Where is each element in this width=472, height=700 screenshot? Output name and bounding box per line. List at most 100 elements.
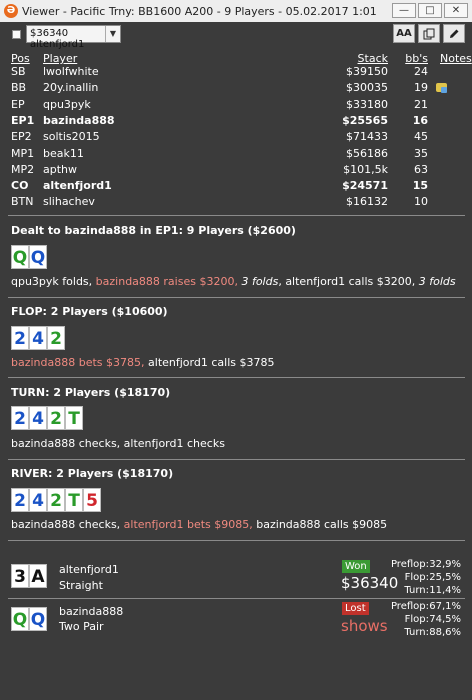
edit-button[interactable] (443, 24, 465, 43)
player-bbs: 21 (414, 97, 428, 111)
col-header-pos: Pos (11, 52, 30, 65)
title-bar: Ə Viewer - Pacific Trny: BB1600 A200 - 9… (0, 0, 472, 22)
player-pos: CO (11, 179, 29, 193)
stat-value: 74,5% (429, 614, 461, 625)
action-text: , altenfjord1 calls $3200, (278, 275, 419, 288)
player-bbs: 16 (412, 113, 428, 127)
card-clubs: 2 (47, 326, 65, 350)
stat-label: Preflop: (390, 601, 429, 612)
player-row[interactable]: MP1 beak11 $56186 35 (0, 147, 472, 163)
copy-button[interactable] (418, 24, 440, 43)
player-row[interactable]: MP2 apthw $101,5k 63 (0, 163, 472, 179)
card-diamonds: 2 (11, 326, 29, 350)
player-row[interactable]: BTN slihachev $16132 10 (0, 195, 472, 211)
player-bbs: 63 (414, 162, 428, 176)
player-stack: $101,5k (343, 162, 388, 176)
maximize-button[interactable]: □ (418, 3, 442, 18)
flop-action: bazinda888 bets $3785, altenfjord1 calls… (11, 356, 274, 369)
card-diamonds: 2 (11, 488, 29, 512)
player-stack: $25565 (342, 113, 388, 127)
note-icon-badge (441, 87, 447, 93)
divider (8, 297, 465, 298)
app-icon: Ə (4, 4, 18, 18)
player-row[interactable]: CO altenfjord1 $24571 15 (0, 179, 472, 195)
stat-value: 11,4% (429, 585, 461, 596)
stat-value: 25,5% (429, 572, 461, 583)
player-name: bazinda888 (43, 113, 115, 127)
stat-label: Flop: (404, 572, 429, 583)
col-header-player: Player (43, 52, 78, 65)
player-row[interactable]: EP qpu3pyk $33180 21 (0, 98, 472, 114)
stat-value: 67,1% (429, 601, 461, 612)
player-pos: SB (11, 65, 26, 78)
player-pos: EP (11, 97, 25, 111)
player-bbs: 19 (414, 81, 428, 95)
player-name: slihachev (43, 195, 95, 209)
action-text: bazinda888 checks, altenfjord1 checks (11, 437, 225, 450)
action-text: bazinda888 checks, (11, 518, 124, 531)
player-pos: BTN (11, 195, 34, 209)
close-button[interactable]: ✕ (444, 3, 468, 18)
col-header-stack: Stack (357, 52, 388, 65)
result-hand: Two Pair (59, 620, 104, 633)
window-title: Viewer - Pacific Trny: BB1600 A200 - 9 P… (22, 5, 377, 18)
result-amount: shows (341, 617, 388, 635)
river-action: bazinda888 checks, altenfjord1 bets $908… (11, 518, 387, 531)
copy-icon (423, 28, 435, 40)
card-clubs: T (65, 406, 83, 430)
action-text-hero: altenfjord1 bets $9085, (123, 518, 257, 531)
player-pos: EP1 (11, 113, 35, 127)
result-player: altenfjord1 (59, 563, 119, 576)
player-row[interactable]: EP2 soltis2015 $71433 45 (0, 130, 472, 146)
player-bbs: 10 (414, 195, 428, 209)
divider (8, 540, 465, 541)
player-bbs: 24 (414, 65, 428, 78)
player-pos: EP2 (11, 130, 32, 144)
preflop-title: Dealt to bazinda888 in EP1: 9 Players ($… (11, 224, 296, 237)
card-clubs: Q (11, 245, 29, 269)
divider (8, 459, 465, 460)
player-row[interactable]: SB lwolfwhite $39150 24 (0, 65, 472, 81)
player-stack: $30035 (346, 81, 388, 95)
action-text-folds: 3 folds (418, 275, 456, 288)
player-name: qpu3pyk (43, 97, 91, 111)
player-name: altenfjord1 (43, 179, 112, 193)
card-diamonds: 4 (29, 406, 47, 430)
river-title: RIVER: 2 Players ($18170) (11, 467, 174, 480)
result-amount: $36340 (341, 574, 399, 592)
hand-select[interactable]: $36340 altenfjord1 ▼ (26, 25, 121, 50)
divider (8, 598, 465, 599)
player-pos: MP1 (11, 146, 35, 160)
player-name: lwolfwhite (43, 65, 99, 78)
font-size-button[interactable]: AA (393, 24, 415, 43)
stat-value: 88,6% (429, 627, 461, 638)
action-text-hero: bazinda888 raises $3200, (95, 275, 242, 288)
player-row[interactable]: EP1 bazinda888 $25565 16 (0, 114, 472, 130)
result-hand: Straight (59, 579, 103, 592)
card-spades: 3 (11, 564, 29, 588)
player-pos: MP2 (11, 162, 35, 176)
player-bbs: 35 (414, 146, 428, 160)
action-text-folds: 3 folds (241, 275, 279, 288)
action-text: bazinda888 calls $9085 (256, 518, 388, 531)
player-stack: $39150 (346, 65, 388, 78)
status-badge: Won (342, 560, 370, 573)
player-name: apthw (43, 162, 78, 176)
action-text: qpu3pyk folds, (11, 275, 96, 288)
player-name: 20y.inallin (43, 81, 99, 95)
action-text-hero: bazinda888 bets $3785, (11, 356, 149, 369)
player-row[interactable]: BB 20y.inallin $30035 19 (0, 81, 472, 97)
result-player: bazinda888 (59, 605, 124, 618)
stat-label: Turn: (404, 627, 429, 638)
stat-label: Flop: (404, 614, 429, 625)
minimize-button[interactable]: — (392, 3, 416, 18)
player-pos: BB (11, 81, 27, 95)
card-diamonds: 2 (11, 406, 29, 430)
player-stack: $56186 (346, 146, 388, 160)
card-clubs: 2 (47, 406, 65, 430)
player-name: soltis2015 (43, 130, 100, 144)
hand-checkbox[interactable] (12, 30, 21, 39)
flop-title: FLOP: 2 Players ($10600) (11, 305, 168, 318)
turn-action: bazinda888 checks, altenfjord1 checks (11, 437, 225, 450)
action-text: altenfjord1 calls $3785 (148, 356, 275, 369)
